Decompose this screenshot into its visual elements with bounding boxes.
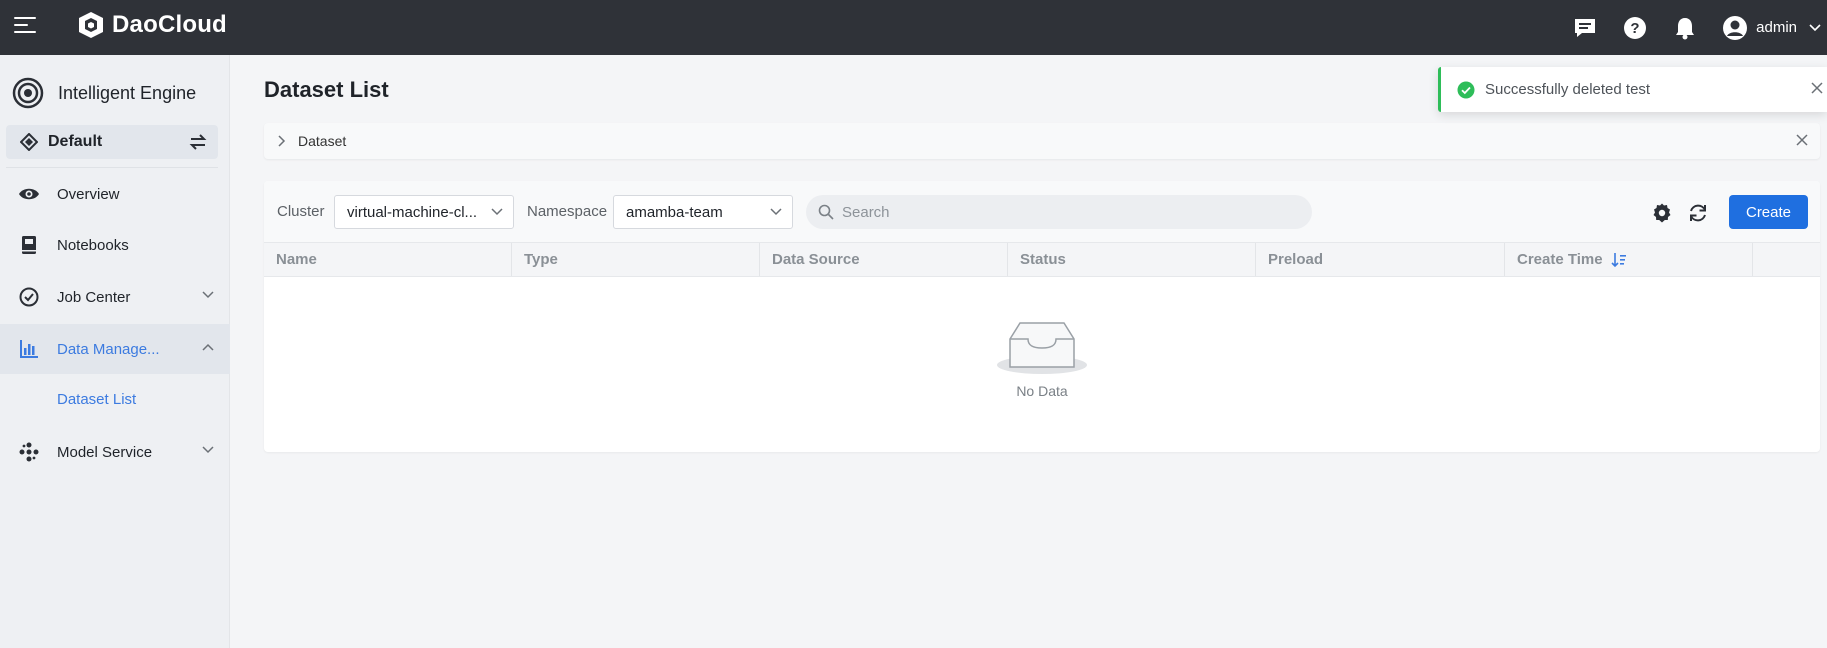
column-header-preload[interactable]: Preload [1256,243,1505,276]
workspace-selector[interactable]: Default [6,125,218,159]
success-toast: Successfully deleted test [1438,67,1827,112]
empty-inbox-icon [997,322,1087,374]
workspace-icon [20,133,38,151]
chevron-down-icon [770,208,782,216]
breadcrumb-label: Dataset [298,133,347,149]
bell-icon[interactable] [1672,15,1698,41]
chevron-down-icon [1809,23,1821,31]
divider [6,167,218,168]
column-header-status[interactable]: Status [1008,243,1256,276]
sidebar-subitem-dataset-list[interactable]: Dataset List [57,391,136,408]
cluster-select[interactable]: virtual-machine-cl... [334,195,514,229]
top-bar: DaoCloud ? admin [0,0,1827,55]
message-icon[interactable] [1572,15,1598,41]
sidebar-item-job-center[interactable]: Job Center [0,272,230,322]
sidebar-item-notebooks[interactable]: Notebooks [0,220,230,270]
module-header: Intelligent Engine [12,77,196,109]
search-icon [818,204,834,220]
sidebar-item-label: Overview [57,185,120,203]
column-header-label: Create Time [1517,251,1603,268]
filter-toolbar: Cluster virtual-machine-cl... Namespace … [264,181,1820,242]
search-box [806,195,1312,229]
user-avatar-icon [1723,15,1748,40]
column-header-data-source[interactable]: Data Source [760,243,1008,276]
create-button[interactable]: Create [1729,195,1808,229]
chart-icon [18,338,40,360]
success-check-icon [1457,81,1475,98]
column-header-create-time[interactable]: Create Time [1505,243,1753,276]
workspace-name: Default [48,133,103,150]
chevron-up-icon [202,343,214,351]
sidebar-item-label: Notebooks [57,236,129,254]
sidebar-item-label: Data Manage... [57,340,160,358]
namespace-value: amamba-team [626,203,723,221]
sidebar-item-model-service[interactable]: Model Service [0,427,230,477]
sidebar: Intelligent Engine Default Overview Note… [0,55,230,648]
empty-state: No Data [264,277,1820,452]
namespace-select[interactable]: amamba-team [613,195,793,229]
module-title: Intelligent Engine [58,82,197,103]
chevron-down-icon [202,291,214,299]
notebook-icon [18,234,40,256]
target-icon [12,77,44,109]
sidebar-item-overview[interactable]: Overview [0,169,230,219]
model-icon [18,441,40,463]
sidebar-item-data-management[interactable]: Data Manage... [0,324,230,374]
page-title: Dataset List [264,77,389,102]
cluster-value: virtual-machine-cl... [347,203,478,221]
switch-icon[interactable] [188,133,208,151]
close-icon[interactable] [1811,82,1823,94]
namespace-label: Namespace [527,203,608,220]
eye-icon [18,183,40,205]
empty-message: No Data [1016,383,1068,399]
cluster-label: Cluster [277,203,325,220]
user-name: admin [1756,19,1797,36]
menu-icon[interactable] [14,17,38,37]
gear-icon[interactable] [1651,202,1673,224]
svg-text:?: ? [1631,20,1640,37]
sidebar-item-label: Job Center [57,288,131,306]
search-input[interactable] [842,203,1282,221]
dataset-table-panel: Cluster virtual-machine-cl... Namespace … [264,181,1820,452]
check-circle-icon [18,286,40,308]
user-menu[interactable]: admin [1722,15,1821,41]
daocloud-logo-icon [79,12,103,38]
chevron-right-icon[interactable] [278,135,286,147]
logo[interactable]: DaoCloud [76,10,227,40]
toast-message: Successfully deleted test [1485,81,1651,98]
close-icon[interactable] [1796,134,1808,146]
sidebar-item-label: Model Service [57,443,153,461]
chevron-down-icon [202,446,214,454]
brand-name: DaoCloud [112,11,227,38]
column-header-name[interactable]: Name [264,243,512,276]
sort-icon[interactable] [1611,252,1627,268]
chevron-down-icon [491,208,503,216]
table-header: Name Type Data Source Status Preload Cre… [264,242,1820,277]
breadcrumb: Dataset [264,123,1820,159]
column-header-actions [1753,243,1820,276]
help-icon[interactable]: ? [1622,15,1648,41]
refresh-icon[interactable] [1687,202,1709,224]
column-header-type[interactable]: Type [512,243,760,276]
